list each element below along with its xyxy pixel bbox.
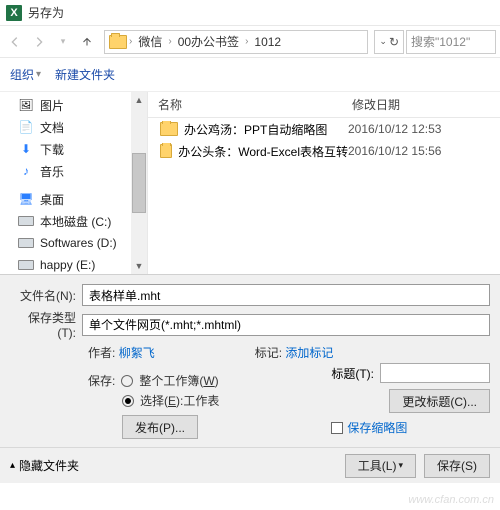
document-icon: 📄 bbox=[18, 120, 34, 134]
folder-icon bbox=[160, 144, 172, 158]
body: 🖼图片 📄文档 ⬇下载 ♪音乐 🖥桌面 本地磁盘 (C:) Softwares … bbox=[0, 92, 500, 274]
newfolder-button[interactable]: 新建文件夹 bbox=[55, 66, 115, 83]
filename-label: 文件名(N): bbox=[10, 287, 82, 304]
title-input[interactable] bbox=[380, 363, 490, 383]
folder-icon bbox=[160, 122, 178, 136]
tags-value[interactable]: 添加标记 bbox=[285, 346, 333, 360]
crumb-0[interactable]: 微信 bbox=[134, 33, 166, 50]
sidebar-item-downloads[interactable]: ⬇下载 bbox=[0, 138, 147, 160]
hide-folders-button[interactable]: ▴ 隐藏文件夹 bbox=[10, 457, 79, 474]
sidebar-item-desktop[interactable]: 🖥桌面 bbox=[0, 188, 147, 210]
scrollbar[interactable]: ▲ ▼ bbox=[131, 92, 147, 274]
sidebar-item-music[interactable]: ♪音乐 bbox=[0, 160, 147, 182]
excel-icon: X bbox=[6, 5, 22, 21]
table-row[interactable]: 办公头条：Word-Excel表格互转 2016/10/12 15:56 bbox=[148, 140, 500, 162]
chevron-up-icon: ▴ bbox=[10, 460, 15, 471]
chevron-right-icon: › bbox=[245, 36, 248, 47]
author-label: 作者: bbox=[88, 346, 115, 360]
change-title-button[interactable]: 更改标题(C)... bbox=[389, 389, 490, 413]
toolbar: 组织▾ 新建文件夹 bbox=[0, 58, 500, 92]
sidebar-item-pictures[interactable]: 🖼图片 bbox=[0, 94, 147, 116]
type-dropdown[interactable]: 单个文件网页(*.mht;*.mhtml) bbox=[82, 314, 490, 336]
folder-icon bbox=[109, 35, 127, 49]
sidebar-item-disk-c[interactable]: 本地磁盘 (C:) bbox=[0, 210, 147, 232]
radio-selection[interactable] bbox=[122, 395, 134, 407]
chevron-down-icon: ▾ bbox=[36, 69, 41, 80]
col-name[interactable]: 名称 bbox=[148, 96, 348, 113]
disk-icon bbox=[18, 236, 34, 250]
scroll-thumb[interactable] bbox=[132, 153, 146, 213]
refresh-icon[interactable]: ↻ bbox=[389, 35, 399, 49]
chevron-right-icon: › bbox=[129, 36, 132, 47]
sidebar-item-documents[interactable]: 📄文档 bbox=[0, 116, 147, 138]
radio-selection-label[interactable]: 选择(E):工作表 bbox=[140, 392, 219, 409]
watermark: www.cfan.com.cn bbox=[408, 494, 494, 506]
title-label: 标题(T): bbox=[331, 365, 374, 382]
bottom-panel: 文件名(N): 表格样单.mht 保存类型(T): 单个文件网页(*.mht;*… bbox=[0, 274, 500, 447]
disk-icon bbox=[18, 258, 34, 272]
window-title: 另存为 bbox=[28, 4, 64, 21]
nav-row: ▾ › 微信 › 00办公书签 › 1012 ⌄ ↻ 搜索"1012" bbox=[0, 26, 500, 58]
author-value[interactable]: 柳絮飞 bbox=[119, 346, 155, 360]
chevron-right-icon: › bbox=[168, 36, 171, 47]
save-button[interactable]: 保存(S) bbox=[424, 454, 490, 478]
crumb-2[interactable]: 1012 bbox=[250, 35, 285, 49]
column-headers: 名称 修改日期 bbox=[148, 92, 500, 118]
picture-icon: 🖼 bbox=[18, 98, 34, 112]
forward-button[interactable] bbox=[28, 31, 50, 53]
disk-icon bbox=[18, 214, 34, 228]
crumb-1[interactable]: 00办公书签 bbox=[174, 33, 243, 50]
search-placeholder: 搜索"1012" bbox=[411, 33, 470, 50]
breadcrumb[interactable]: › 微信 › 00办公书签 › 1012 bbox=[104, 30, 368, 54]
history-dropdown[interactable]: ▾ bbox=[52, 31, 74, 53]
sidebar: 🖼图片 📄文档 ⬇下载 ♪音乐 🖥桌面 本地磁盘 (C:) Softwares … bbox=[0, 92, 148, 274]
back-button[interactable] bbox=[4, 31, 26, 53]
titlebar: X 另存为 bbox=[0, 0, 500, 26]
type-label: 保存类型(T): bbox=[10, 309, 82, 340]
save-thumb-label[interactable]: 保存缩略图 bbox=[347, 419, 407, 436]
sidebar-item-disk-e[interactable]: happy (E:) bbox=[0, 254, 147, 274]
organize-button[interactable]: 组织▾ bbox=[10, 66, 41, 83]
chevron-down-icon[interactable]: ⌄ bbox=[379, 36, 387, 47]
footer: ▴ 隐藏文件夹 工具(L)▾ 保存(S) bbox=[0, 447, 500, 483]
up-button[interactable] bbox=[76, 31, 98, 53]
table-row[interactable]: 办公鸡汤：PPT自动缩略图 2016/10/12 12:53 bbox=[148, 118, 500, 140]
save-label: 保存: bbox=[88, 372, 115, 389]
sidebar-item-disk-d[interactable]: Softwares (D:) bbox=[0, 232, 147, 254]
radio-whole[interactable] bbox=[121, 375, 133, 387]
download-icon: ⬇ bbox=[18, 142, 34, 156]
search-input[interactable]: 搜索"1012" bbox=[406, 30, 496, 54]
music-icon: ♪ bbox=[18, 164, 34, 178]
scroll-down-icon[interactable]: ▼ bbox=[131, 258, 147, 274]
tags-label: 标记: bbox=[255, 346, 282, 360]
refresh-group: ⌄ ↻ bbox=[374, 30, 404, 54]
tools-button[interactable]: 工具(L)▾ bbox=[345, 454, 416, 478]
publish-button[interactable]: 发布(P)... bbox=[122, 415, 198, 439]
col-date[interactable]: 修改日期 bbox=[348, 96, 500, 113]
filename-input[interactable]: 表格样单.mht bbox=[82, 284, 490, 306]
radio-whole-label[interactable]: 整个工作簿(W) bbox=[139, 372, 218, 389]
desktop-icon: 🖥 bbox=[18, 192, 34, 206]
file-pane: 名称 修改日期 办公鸡汤：PPT自动缩略图 2016/10/12 12:53 办… bbox=[148, 92, 500, 274]
scroll-up-icon[interactable]: ▲ bbox=[131, 92, 147, 108]
save-thumb-checkbox[interactable] bbox=[331, 422, 343, 434]
